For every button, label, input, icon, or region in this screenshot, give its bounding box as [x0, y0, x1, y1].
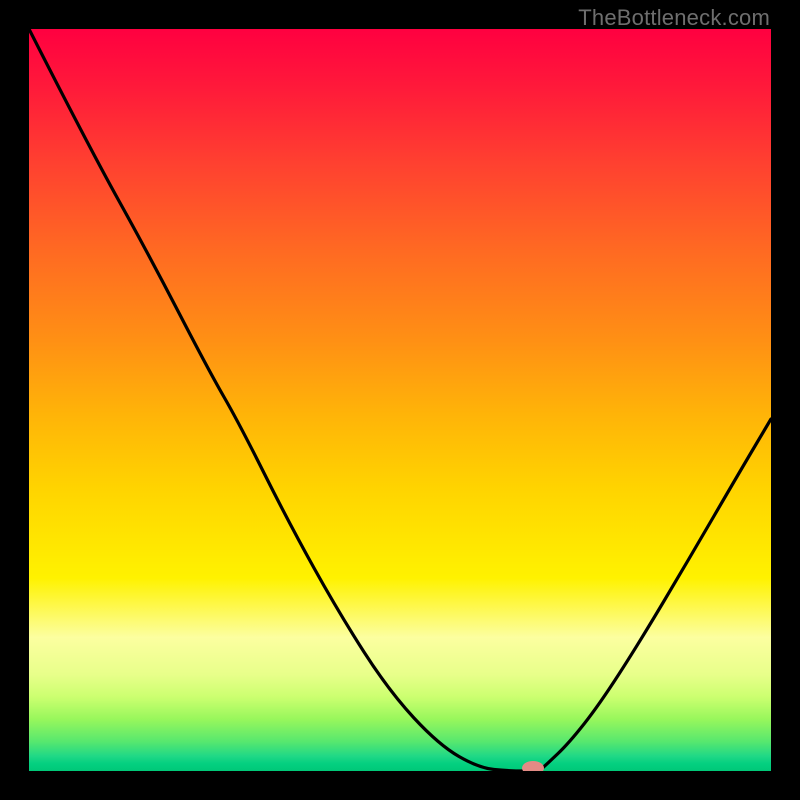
bottleneck-curve [29, 29, 771, 771]
curve-minimum-marker [522, 761, 544, 771]
watermark-text: TheBottleneck.com [578, 5, 770, 31]
chart-container: TheBottleneck.com [0, 0, 800, 800]
curve-layer [29, 29, 771, 771]
plot-area [29, 29, 771, 771]
